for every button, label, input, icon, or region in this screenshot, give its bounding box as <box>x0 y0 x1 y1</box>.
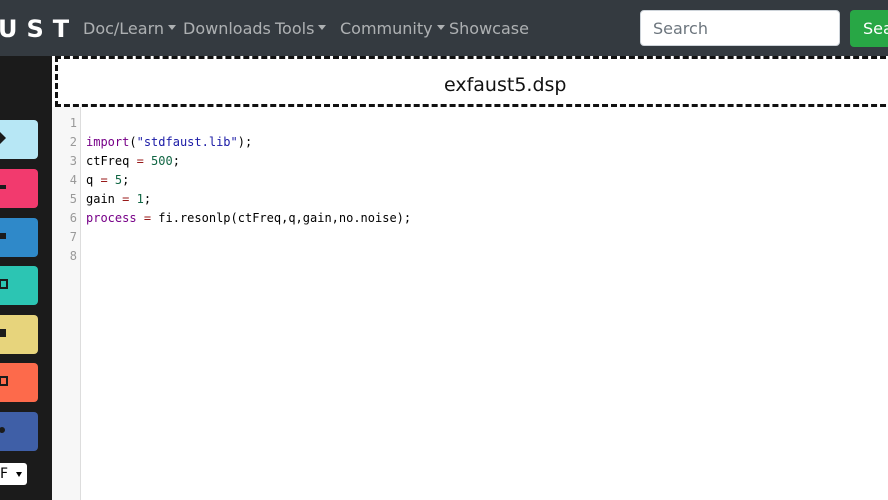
code-token: ; <box>122 173 130 187</box>
code-token: 500 <box>151 154 173 168</box>
code-token: ; <box>143 192 152 206</box>
line-number: 6 <box>69 211 77 225</box>
code-line: gain = 1; <box>86 190 151 209</box>
export-icon <box>0 233 6 239</box>
line-number: 3 <box>69 154 77 168</box>
nav-showcase-label: Showcase <box>449 19 529 38</box>
code-token: ; <box>172 154 180 168</box>
search-input[interactable] <box>640 10 840 46</box>
code-editor[interactable]: 12345678 import("stdfaust.lib"); ctFreq =… <box>52 107 888 500</box>
code-line: process = fi.resonlp(ctFreq,q,gain,no.no… <box>86 209 411 228</box>
code-token: = <box>100 173 108 187</box>
share-button[interactable] <box>0 169 38 208</box>
code-token: process <box>86 211 137 225</box>
file-title-box: exfaust5.dsp <box>55 56 888 107</box>
nav-downloads[interactable]: Downloads <box>183 19 271 39</box>
line-number-gutter: 1 2 3 4 5 6 7 8 <box>52 107 81 500</box>
nav-tools[interactable]: Tools <box>275 19 327 39</box>
language-select-value: F <box>0 466 9 482</box>
code-token: ctFreq <box>86 154 137 168</box>
save-icon <box>0 329 6 337</box>
code-token: ); <box>237 135 253 149</box>
code-token: = <box>143 211 152 225</box>
code-token: gain <box>86 192 123 206</box>
run-button[interactable] <box>0 120 38 159</box>
gear-icon <box>0 427 5 433</box>
settings-button[interactable] <box>0 412 38 451</box>
chevron-down-icon <box>436 25 445 30</box>
diagram-button[interactable] <box>0 266 38 305</box>
tool-sidebar <box>0 56 52 500</box>
code-token: "stdfaust.lib" <box>136 135 238 149</box>
line-number: 4 <box>69 173 77 187</box>
chevron-down-icon <box>16 472 22 477</box>
code-token: ( <box>129 135 137 149</box>
image-icon <box>0 376 8 386</box>
nav-community-label: Community <box>340 19 433 38</box>
code-line: q = 5; <box>86 171 129 190</box>
image-button[interactable] <box>0 363 38 402</box>
save-button[interactable] <box>0 315 38 354</box>
line-number: 1 <box>69 116 77 130</box>
line-number: 8 <box>69 249 77 263</box>
diagram-icon <box>0 279 8 289</box>
export-button[interactable] <box>0 218 38 257</box>
brand-logo[interactable]: UST <box>0 15 78 43</box>
file-title: exfaust5.dsp <box>444 74 567 96</box>
code-line: ctFreq = 500; <box>86 152 180 171</box>
line-number: 5 <box>69 192 77 206</box>
nav-downloads-label: Downloads <box>183 19 271 38</box>
top-navbar: UST Doc/Learn Downloads Tools Community … <box>0 0 888 56</box>
code-line: import("stdfaust.lib"); <box>86 133 252 152</box>
nav-showcase[interactable]: Showcase <box>449 19 529 39</box>
nav-tools-label: Tools <box>275 19 315 38</box>
language-select[interactable]: F <box>0 463 27 485</box>
code-token: fi.resonlp(ctFreq,q,gain,no.noise); <box>151 211 412 225</box>
code-token: q <box>86 173 101 187</box>
share-icon <box>0 185 6 189</box>
nav-doc-learn[interactable]: Doc/Learn <box>83 19 177 39</box>
chevron-down-icon <box>318 25 327 30</box>
code-token: import <box>86 135 130 149</box>
line-number: 7 <box>69 230 77 244</box>
code-token: 1 <box>136 192 144 206</box>
play-icon <box>0 132 6 144</box>
nav-doc-learn-label: Doc/Learn <box>83 19 165 38</box>
code-token: = <box>136 154 144 168</box>
line-number: 2 <box>69 135 77 149</box>
search-button[interactable]: Sea <box>850 10 888 47</box>
chevron-down-icon <box>168 25 177 30</box>
nav-community[interactable]: Community <box>340 19 445 39</box>
